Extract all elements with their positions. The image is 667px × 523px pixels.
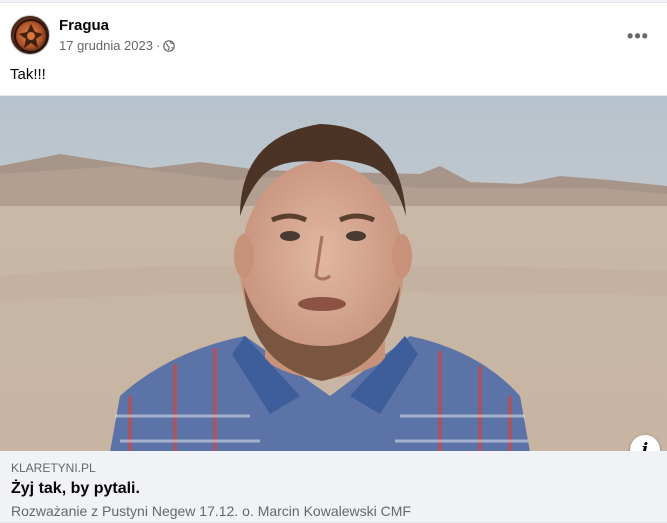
- meta-separator: ·: [155, 38, 161, 53]
- post-text: Tak!!!: [10, 66, 46, 83]
- avatar[interactable]: [10, 15, 50, 55]
- post-date[interactable]: 17 grudnia 2023: [59, 38, 153, 53]
- feed-post: Fragua 17 grudnia 2023 · ••• Tak!!! i KL…: [0, 2, 667, 523]
- post-header: Fragua 17 grudnia 2023 · •••: [10, 15, 657, 55]
- post-meta: 17 grudnia 2023 ·: [59, 38, 176, 53]
- link-domain: KLARETYNI.PL: [11, 461, 96, 475]
- author-name[interactable]: Fragua: [59, 17, 109, 34]
- link-description: Rozważanie z Pustyni Negew 17.12. o. Mar…: [11, 503, 411, 519]
- link-preview-image[interactable]: [0, 95, 667, 451]
- more-options-button[interactable]: •••: [625, 23, 651, 49]
- globe-icon: [163, 39, 176, 52]
- link-card[interactable]: KLARETYNI.PL Żyj tak, by pytali. Rozważa…: [0, 451, 667, 523]
- link-title[interactable]: Żyj tak, by pytali.: [11, 480, 140, 498]
